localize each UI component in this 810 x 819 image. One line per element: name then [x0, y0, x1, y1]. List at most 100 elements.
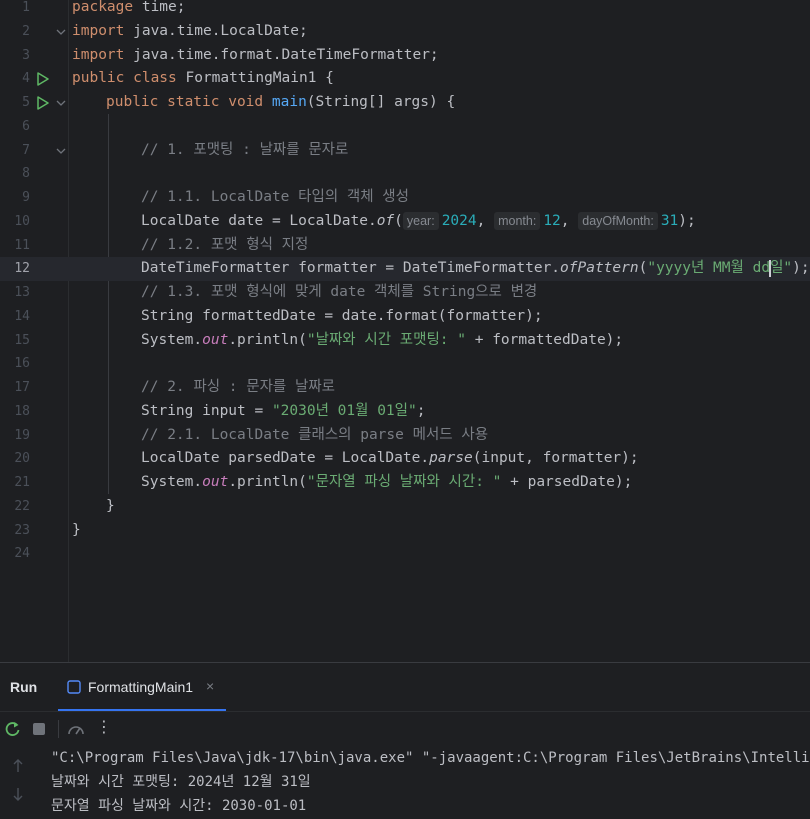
parameter-hint: dayOfMonth:: [578, 211, 658, 230]
static-field: out: [202, 331, 229, 348]
code-text: time;: [133, 0, 186, 15]
tab-label: FormattingMain1: [88, 679, 194, 695]
code-line[interactable]: 5 public static void main(String[] args)…: [0, 91, 810, 115]
code-line[interactable]: 11 // 1.2. 포맷 형식 지정: [0, 234, 810, 258]
code-text: );: [678, 212, 696, 229]
rerun-icon[interactable]: [4, 720, 22, 738]
code-text: System.: [141, 474, 203, 490]
line-number: 11: [14, 237, 30, 253]
line-number: 14: [14, 308, 30, 324]
line-number: 9: [22, 190, 30, 205]
code-line[interactable]: 3 import java.time.format.DateTimeFormat…: [0, 44, 810, 68]
line-number: 18: [14, 403, 30, 419]
line-number: 24: [14, 546, 30, 562]
line-number: 17: [14, 380, 30, 395]
tab-formatting-main1[interactable]: FormattingMain1 ×: [58, 663, 226, 711]
parameter-hint: year:: [402, 211, 439, 230]
line-number: 23: [14, 522, 30, 538]
profiler-icon[interactable]: [66, 720, 86, 738]
method-name: ofPattern: [560, 260, 639, 277]
code-line[interactable]: 1 package time;: [0, 0, 810, 20]
string-literal: "2030년 01월 01일": [271, 402, 417, 419]
code-text: }: [106, 497, 115, 514]
run-gutter-icon[interactable]: [36, 96, 50, 110]
run-gutter-icon[interactable]: [36, 72, 50, 86]
line-number: 6: [22, 118, 30, 134]
line-number: 3: [22, 47, 30, 63]
comment: // 1.2. 포맷 형식 지정: [141, 236, 309, 253]
number-literal: 2024: [441, 212, 477, 229]
code-line[interactable]: 6: [0, 115, 810, 139]
fold-icon[interactable]: [55, 144, 69, 158]
code-line[interactable]: 18 String input = "2030년 01월 01일";: [0, 400, 810, 424]
line-number: 22: [14, 498, 30, 514]
more-options-icon[interactable]: ⋮: [96, 717, 112, 736]
code-text: ,: [560, 212, 579, 229]
code-line[interactable]: 9 // 1.1. LocalDate 타입의 객체 생성: [0, 186, 810, 210]
code-text: (input, formatter);: [472, 450, 639, 467]
code-line[interactable]: 16: [0, 352, 810, 376]
number-literal: 31: [660, 212, 679, 229]
code-line[interactable]: 21 System.out.println("문자열 파싱 날짜와 시간: " …: [0, 471, 810, 495]
line-number: 13: [14, 285, 30, 300]
line-number: 8: [22, 166, 30, 182]
code-text: String formattedDate = date.format(forma…: [141, 307, 543, 324]
code-text: .println(: [228, 474, 307, 490]
console-line: 문자열 파싱 날짜와 시간: 2030-01-01: [51, 798, 307, 814]
fold-icon[interactable]: [55, 96, 69, 110]
method-name: of: [376, 212, 395, 229]
string-literal: 일": [770, 260, 793, 277]
code-editor[interactable]: 1 package time; 2 import java.time.Local…: [0, 0, 810, 662]
code-line-current[interactable]: 12 DateTimeFormatter formatter = DateTim…: [0, 257, 810, 281]
run-header: Run FormattingMain1 ×: [0, 663, 810, 711]
code-text: DateTimeFormatter formatter = DateTimeFo…: [141, 260, 561, 277]
code-text: (: [394, 212, 403, 229]
toolbar-separator: [58, 720, 59, 738]
code-line[interactable]: 15 System.out.println("날짜와 시간 포맷팅: " + f…: [0, 329, 810, 353]
code-line[interactable]: 4 public class FormattingMain1 {: [0, 67, 810, 91]
line-number: 15: [14, 332, 30, 348]
string-literal: "날짜와 시간 포맷팅: ": [306, 331, 466, 348]
line-number: 1: [22, 0, 30, 15]
code-line[interactable]: 19 // 2.1. LocalDate 클래스의 parse 메서드 사용: [0, 424, 810, 448]
line-number: 10: [14, 213, 30, 229]
code-line[interactable]: 14 String formattedDate = date.format(fo…: [0, 305, 810, 329]
console-output[interactable]: "C:\Program Files\Java\jdk-17\bin\java.e…: [0, 746, 810, 819]
keyword: package: [72, 0, 134, 15]
comment: // 1. 포맷팅 : 날짜를 문자로: [141, 141, 349, 158]
keyword: import: [72, 22, 125, 39]
code-line[interactable]: 22 }: [0, 495, 810, 519]
code-text: LocalDate parsedDate = LocalDate.: [141, 450, 430, 467]
parameter-hint: month:: [494, 211, 541, 230]
fold-icon[interactable]: [55, 25, 69, 39]
line-number: 20: [14, 451, 30, 467]
stop-icon[interactable]: [31, 720, 47, 738]
comment: // 1.3. 포맷 형식에 맞게 date 객체를 String으로 변경: [141, 284, 538, 300]
arrow-up-icon[interactable]: [12, 759, 24, 773]
code-text: }: [72, 521, 81, 538]
run-tool-window: Run FormattingMain1 × ⋮ "C:\Program File…: [0, 662, 810, 819]
code-line[interactable]: 10 LocalDate date = LocalDate.of(year: 20…: [0, 210, 810, 234]
code-line[interactable]: 17 // 2. 파싱 : 문자를 날짜로: [0, 376, 810, 400]
close-icon[interactable]: ×: [206, 678, 214, 694]
line-number: 16: [14, 356, 30, 372]
code-line[interactable]: 13 // 1.3. 포맷 형식에 맞게 date 객체를 String으로 변…: [0, 281, 810, 305]
method-name: parse: [429, 450, 473, 467]
number-literal: 12: [543, 212, 561, 229]
code-line[interactable]: 2 import java.time.LocalDate;: [0, 20, 810, 44]
code-text: ,: [476, 212, 495, 229]
code-line[interactable]: 24: [0, 542, 810, 566]
code-text: ;: [416, 402, 426, 419]
code-line[interactable]: 20 LocalDate parsedDate = LocalDate.pars…: [0, 447, 810, 471]
code-text: + parsedDate);: [501, 474, 633, 490]
code-line[interactable]: 8: [0, 162, 810, 186]
arrow-down-icon[interactable]: [12, 787, 24, 801]
code-line[interactable]: 23 }: [0, 519, 810, 543]
comment: // 2.1. LocalDate 클래스의 parse 메서드 사용: [141, 426, 489, 443]
comment: // 1.1. LocalDate 타입의 객체 생성: [141, 189, 409, 205]
run-toolbar: ⋮: [0, 711, 810, 746]
console-line: "C:\Program Files\Java\jdk-17\bin\java.e…: [51, 750, 810, 766]
run-config-icon: [67, 680, 81, 694]
code-line[interactable]: 7 // 1. 포맷팅 : 날짜를 문자로: [0, 139, 810, 163]
method-name: main: [271, 94, 307, 110]
